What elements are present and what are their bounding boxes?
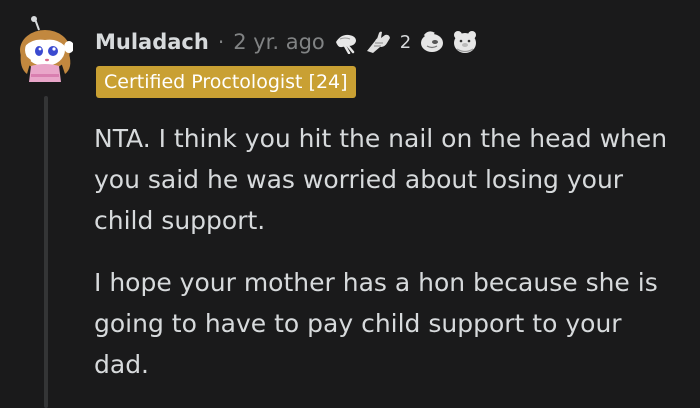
comment: Muladach · 2 yr. ago 2 Certified Proctol… [0,0,700,408]
hand-wave-award-icon [333,30,359,54]
bear-hug-award-icon [451,29,479,55]
separator-dot: · [217,30,225,54]
username[interactable]: Muladach [95,30,209,54]
white-blob-award-icon [419,30,445,54]
award-count: 2 [399,31,412,53]
awards[interactable]: 2 [333,29,479,55]
arm-wrestle-award-icon [365,29,393,55]
timestamp[interactable]: 2 yr. ago [233,30,325,54]
avatar-icon [20,16,74,82]
comment-body: NTA. I think you hit the nail on the hea… [94,118,684,406]
thread-line[interactable] [44,96,48,408]
comment-paragraph: I hope your mother has a hon because she… [94,268,658,379]
user-avatar[interactable] [15,16,74,84]
comment-header: Muladach · 2 yr. ago 2 [95,26,479,58]
comment-paragraph: NTA. I think you hit the nail on the hea… [94,124,668,235]
user-flair: Certified Proctologist [24] [96,66,356,98]
